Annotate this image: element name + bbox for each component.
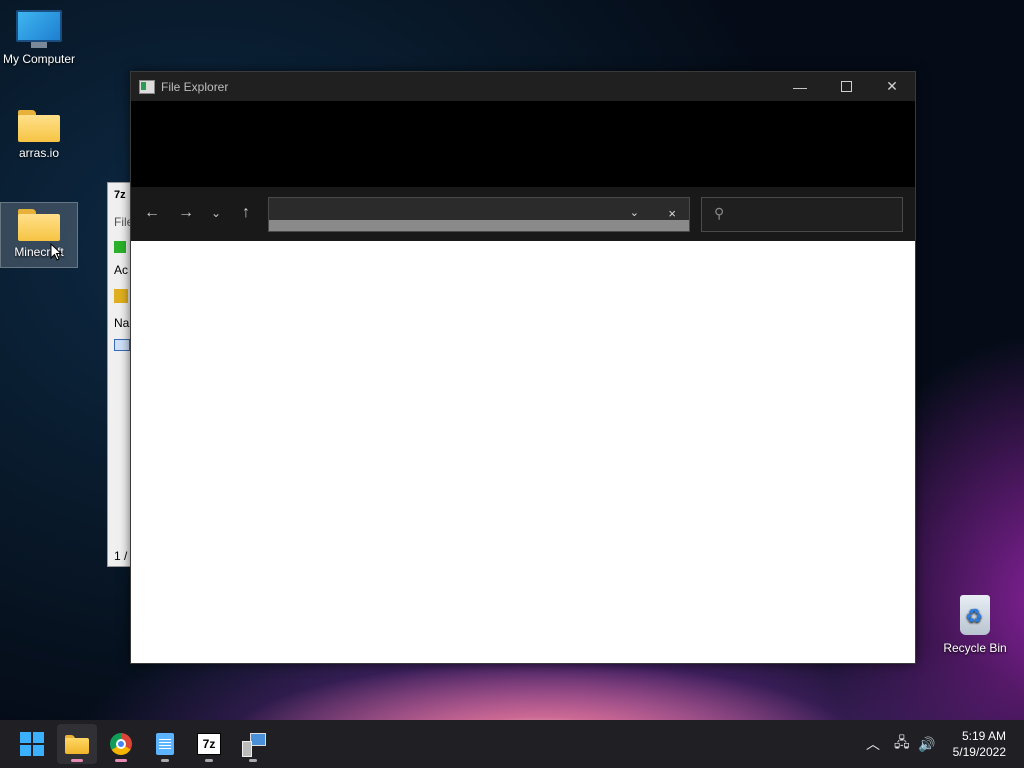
maximize-icon — [840, 81, 852, 92]
desktop-icon-recycle-bin[interactable]: Recycle Bin — [940, 595, 1010, 655]
running-indicator — [161, 759, 169, 762]
clock-date: 5/19/2022 — [952, 745, 1006, 759]
folder-icon — [18, 110, 60, 142]
chrome-icon — [110, 733, 132, 755]
title-bar[interactable]: File Explorer — ✕ — [131, 72, 915, 101]
folder-icon — [65, 734, 89, 754]
mouse-cursor-icon — [50, 243, 62, 261]
close-icon: ✕ — [886, 78, 898, 94]
7zip-icon-label: 7z — [202, 737, 216, 751]
taskbar-computer-management[interactable] — [233, 724, 273, 764]
search-box[interactable]: ⚲ — [701, 197, 903, 232]
chevron-up-icon: ︿ — [866, 736, 880, 752]
back-button[interactable]: ← — [140, 201, 164, 225]
running-indicator — [115, 759, 127, 762]
taskbar-7zip[interactable]: 7z — [189, 724, 229, 764]
volume-button[interactable]: 🔊 — [918, 720, 935, 768]
taskbar-chrome[interactable] — [101, 724, 141, 764]
start-button[interactable] — [12, 724, 52, 764]
close-icon: × — [668, 206, 676, 221]
minimize-icon: — — [793, 78, 807, 95]
running-indicator — [205, 759, 213, 762]
file-explorer-app-icon — [139, 79, 155, 94]
folder-icon — [18, 209, 60, 241]
taskbar-file-explorer[interactable] — [57, 724, 97, 764]
desktop-icon-minecraft[interactable]: Minecraft — [0, 202, 78, 268]
window-title-fragment: 7z — [114, 189, 126, 201]
desktop-icon-label: Recycle Bin — [943, 641, 1007, 655]
up-button[interactable]: ↑ — [234, 201, 258, 225]
file-list-pane[interactable] — [131, 241, 915, 663]
taskbar: 7z ︿ 🖧 🔊 5:19 AM 5/19/2022 — [0, 720, 1024, 768]
desktop-icon-my-computer[interactable]: My Computer — [0, 10, 78, 66]
toolbar-fragment: Ac — [114, 263, 129, 277]
recent-locations-button[interactable]: ⌄ — [204, 201, 228, 225]
show-hidden-icons-button[interactable]: ︿ — [866, 720, 880, 768]
add-icon[interactable] — [114, 241, 126, 253]
close-button[interactable]: ✕ — [869, 72, 915, 101]
address-progress-bar — [269, 220, 689, 231]
column-header-fragment[interactable]: Na — [114, 316, 129, 330]
chevron-down-icon: ⌄ — [629, 207, 639, 219]
ribbon-area — [131, 101, 915, 187]
window-title: File Explorer — [161, 79, 229, 94]
address-dropdown-button[interactable]: ⌄ — [630, 206, 639, 219]
notepad-icon — [156, 733, 174, 755]
address-clear-button[interactable]: × — [668, 206, 676, 221]
clock-time: 5:19 AM — [961, 729, 1006, 743]
desktop-icon-label: My Computer — [2, 52, 76, 66]
file-row-icon — [114, 339, 130, 351]
monitor-stand — [31, 42, 47, 48]
search-icon: ⚲ — [714, 205, 725, 221]
maximize-button[interactable] — [823, 72, 869, 101]
desktop-icon-arras-io[interactable]: arras.io — [0, 110, 78, 160]
windows-logo-icon — [20, 732, 44, 756]
running-indicator — [71, 759, 83, 762]
network-icon: 🖧 — [894, 734, 910, 750]
forward-button[interactable]: → — [174, 201, 198, 225]
recycle-bin-icon — [960, 595, 990, 635]
network-button[interactable]: 🖧 — [894, 720, 910, 768]
arrow-left-icon: ← — [144, 204, 160, 221]
computer-management-icon — [242, 733, 266, 757]
navigation-bar: ← → ⌄ ↑ ⌄ × ⚲ — [131, 187, 915, 241]
up-folder-icon[interactable] — [114, 289, 128, 303]
desktop-icon-label: arras.io — [18, 146, 59, 160]
taskbar-notepad[interactable] — [145, 724, 185, 764]
address-bar[interactable]: ⌄ × — [268, 197, 690, 232]
arrow-right-icon: → — [178, 204, 194, 221]
running-indicator — [249, 759, 257, 762]
clock[interactable]: 5:19 AM 5/19/2022 — [953, 728, 1006, 760]
chevron-down-icon: ⌄ — [210, 206, 222, 220]
monitor-icon — [16, 10, 62, 42]
speaker-icon: 🔊 — [918, 735, 936, 752]
file-explorer-window[interactable]: File Explorer — ✕ ← → ⌄ ↑ ⌄ × ⚲ — [130, 71, 916, 664]
7zip-icon: 7z — [197, 733, 221, 755]
arrow-up-icon: ↑ — [242, 204, 250, 221]
minimize-button[interactable]: — — [777, 72, 823, 101]
